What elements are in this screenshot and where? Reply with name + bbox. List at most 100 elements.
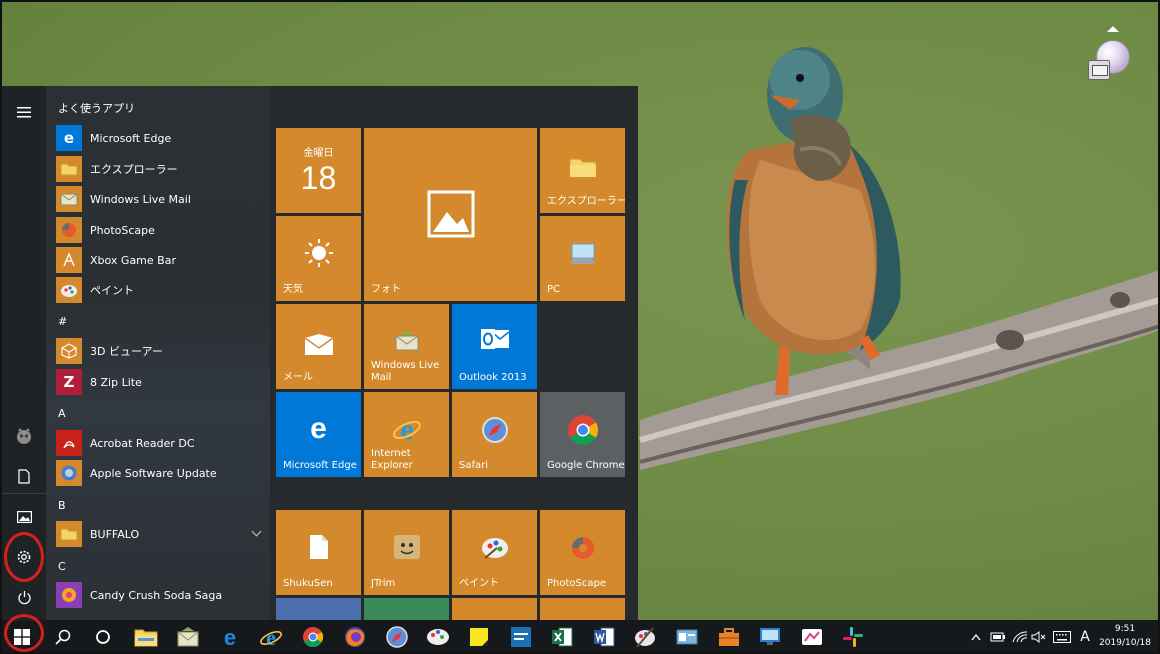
app-item-label: エクスプローラー	[90, 163, 178, 176]
taskbar-snip-icon[interactable]	[800, 625, 824, 649]
pictures-button[interactable]	[2, 497, 46, 537]
taskbar-app-blue-icon[interactable]	[509, 625, 533, 649]
wifi-icon	[1012, 631, 1028, 643]
app-item-acrobat-reader[interactable]: Acrobat Reader DC	[56, 429, 266, 457]
tile-paint-label: ペイント	[459, 578, 499, 589]
tile-calendar[interactable]: 金曜日 18	[276, 128, 361, 213]
tile-mail[interactable]: メール	[276, 304, 361, 389]
tile-shukusen[interactable]: ShukuSen	[276, 510, 361, 595]
tile-pc-label: PC	[547, 284, 561, 295]
tile-windows-live-mail[interactable]: Windows Live Mail	[364, 304, 449, 389]
taskbar-safari-icon[interactable]	[385, 625, 409, 649]
tile-weather-label: 天気	[283, 284, 303, 295]
taskbar-edge-icon[interactable]: e	[218, 625, 242, 649]
taskbar-toolbox-icon[interactable]	[717, 625, 741, 649]
app-item-xbox-game-bar[interactable]: Xbox Game Bar	[56, 246, 266, 274]
live-mail-icon	[395, 331, 418, 351]
section-header-a[interactable]: A	[58, 406, 66, 422]
tile-internet-explorer[interactable]: e Internet Explorer	[364, 392, 449, 477]
taskbar-explorer-folder-icon[interactable]	[134, 625, 158, 649]
clock[interactable]: 9:51 2019/10/18	[1094, 622, 1156, 650]
tile-explorer[interactable]: エクスプローラー	[540, 128, 625, 213]
tile-partial-1[interactable]	[276, 598, 361, 620]
picture-icon	[16, 511, 32, 523]
chevron-down-icon[interactable]	[251, 526, 262, 537]
tile-weather[interactable]: 天気	[276, 216, 361, 301]
taskbar-slack-icon[interactable]	[841, 625, 865, 649]
photoscape-icon	[56, 217, 82, 243]
power-button[interactable]	[2, 577, 46, 617]
app-item-windows-live-mail[interactable]: Windows Live Mail	[56, 185, 266, 213]
taskbar-excel-icon[interactable]	[550, 625, 574, 649]
taskbar-firefox-icon[interactable]	[343, 625, 367, 649]
taskbar-word-icon[interactable]	[592, 625, 616, 649]
tile-outlook-2013[interactable]: Outlook 2013	[452, 304, 537, 389]
tile-paint[interactable]: ペイント	[452, 510, 537, 595]
calendar-date-label: 18	[300, 160, 337, 196]
taskbar-remote-desktop-icon[interactable]	[758, 625, 782, 649]
app-item-candy-crush-soda-saga[interactable]: Candy Crush Soda Saga	[56, 581, 266, 609]
xbox-icon	[56, 247, 82, 273]
tile-microsoft-edge[interactable]: e Microsoft Edge	[276, 392, 361, 477]
app-item-photoscape[interactable]: PhotoScape	[56, 216, 266, 244]
mail-icon	[56, 186, 82, 212]
search-button[interactable]	[43, 620, 83, 654]
acrobat-icon	[56, 430, 82, 456]
user-account-button[interactable]	[2, 416, 46, 456]
taskbar-sticky-notes-icon[interactable]	[467, 625, 491, 649]
tile-partial-4[interactable]	[540, 598, 625, 620]
battery-button[interactable]	[988, 620, 1008, 654]
apple-update-icon	[56, 460, 82, 486]
pc-icon	[569, 243, 596, 264]
app-item-apple-software-update[interactable]: Apple Software Update	[56, 459, 266, 487]
touch-keyboard-button[interactable]	[1050, 620, 1074, 654]
tile-jtrim[interactable]: JTrim	[364, 510, 449, 595]
app-item-explorer[interactable]: エクスプローラー	[56, 155, 266, 183]
gadget-arrow-icon[interactable]	[1107, 26, 1119, 32]
app-item-3d-viewer[interactable]: 3D ビューアー	[56, 337, 266, 365]
tile-google-chrome[interactable]: Google Chrome	[540, 392, 625, 477]
app-item-8-zip-lite[interactable]: Z 8 Zip Lite	[56, 368, 266, 396]
tray-overflow-button[interactable]	[968, 620, 984, 654]
network-button[interactable]	[1010, 620, 1030, 654]
folder-icon	[569, 158, 596, 178]
documents-button[interactable]	[2, 456, 46, 496]
tile-photos-label: フォト	[371, 284, 401, 295]
desktop-gadget[interactable]	[1086, 26, 1134, 84]
taskbar-internet-explorer-icon[interactable]: e	[259, 625, 283, 649]
taskbar-live-mail-icon[interactable]	[176, 625, 200, 649]
section-header-c[interactable]: C	[58, 559, 66, 575]
app-item-buffalo[interactable]: BUFFALO	[56, 520, 266, 548]
tile-pc[interactable]: PC	[540, 216, 625, 301]
document-icon	[18, 468, 30, 484]
tile-explorer-label: エクスプローラー	[547, 196, 625, 207]
cortana-button[interactable]	[83, 620, 123, 654]
taskbar-paint-icon[interactable]	[426, 625, 450, 649]
volume-button[interactable]	[1030, 620, 1048, 654]
tile-partial-3[interactable]	[452, 598, 537, 620]
power-icon	[17, 590, 31, 604]
taskbar-paint-2-icon[interactable]	[633, 625, 657, 649]
tile-chrome-label: Google Chrome	[547, 460, 625, 471]
app-item-microsoft-edge[interactable]: e Microsoft Edge	[56, 124, 266, 152]
hamburger-icon	[17, 107, 31, 118]
ime-indicator[interactable]: A	[1076, 620, 1094, 654]
paint-icon	[56, 277, 82, 303]
tile-photoscape[interactable]: PhotoScape	[540, 510, 625, 595]
tile-partial-2[interactable]	[364, 598, 449, 620]
app-item-label: 3D ビューアー	[90, 345, 163, 358]
taskbar-chrome-icon[interactable]	[301, 625, 325, 649]
photoscape-icon	[571, 537, 594, 559]
cortana-circle-icon	[96, 630, 110, 644]
tile-photos[interactable]: フォト	[364, 128, 537, 301]
section-header-b[interactable]: B	[58, 498, 66, 514]
folder-icon	[56, 521, 82, 547]
app-item-label: 8 Zip Lite	[90, 375, 142, 389]
app-item-paint[interactable]: ペイント	[56, 276, 266, 304]
hamburger-menu-button[interactable]	[2, 92, 46, 132]
tile-safari[interactable]: Safari	[452, 392, 537, 477]
section-header-hash[interactable]: #	[58, 314, 67, 330]
jtrim-icon	[393, 535, 420, 559]
taskbar-app-card-icon[interactable]	[675, 625, 699, 649]
tile-grid: 金曜日 18 フォト エクスプローラー 天気 PC メール Windows Li…	[276, 128, 628, 620]
